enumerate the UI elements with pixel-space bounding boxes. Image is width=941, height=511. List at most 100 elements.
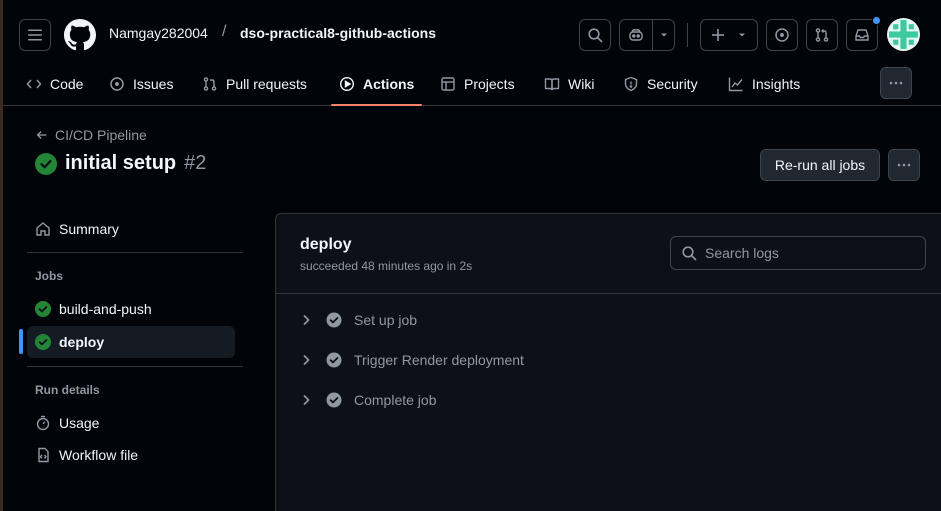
global-header: Namgay282004 / dso-practical8-github-act… — [3, 0, 941, 106]
copilot-icon — [629, 29, 643, 41]
code-icon — [26, 79, 42, 89]
divider — [687, 23, 688, 47]
tab-security[interactable]: Security — [623, 62, 698, 106]
copilot-dropdown-button[interactable] — [653, 20, 675, 50]
step-label: Trigger Render deployment — [354, 352, 524, 368]
chevron-right-icon — [303, 314, 310, 326]
home-icon — [36, 222, 50, 236]
tab-label: Issues — [133, 76, 174, 92]
check-circle-icon — [35, 152, 57, 175]
sidebar-item-workflow-file[interactable]: Workflow file — [27, 439, 235, 471]
breadcrumb-separator: / — [222, 23, 227, 40]
chevron-right-icon — [303, 394, 310, 406]
step-label: Set up job — [354, 312, 418, 328]
tab-label: Projects — [464, 76, 515, 92]
search-button[interactable] — [579, 19, 611, 51]
tab-label: Actions — [363, 76, 415, 92]
play-icon — [339, 76, 355, 92]
step-row[interactable]: Trigger Render deployment — [298, 345, 918, 375]
breadcrumb-owner[interactable]: Namgay282004 — [109, 25, 208, 41]
sidebar-item-build-and-push[interactable]: build-and-push — [27, 293, 235, 325]
plus-icon — [712, 29, 724, 41]
tab-code[interactable]: Code — [26, 62, 83, 106]
stopwatch-icon — [36, 415, 50, 431]
tab-wiki[interactable]: Wiki — [544, 62, 594, 106]
tab-actions[interactable]: Actions — [330, 62, 423, 106]
run-options-button[interactable] — [888, 149, 920, 181]
run-title-text: initial setup — [65, 152, 177, 174]
tab-label: Security — [647, 76, 698, 92]
job-log-header: deploy succeeded 48 minutes ago in 2s — [276, 214, 941, 294]
shield-icon — [624, 76, 638, 92]
arrow-left-icon — [36, 131, 47, 139]
issue-icon — [110, 77, 124, 91]
job-log-panel: deploy succeeded 48 minutes ago in 2s Se… — [275, 213, 941, 511]
search-logs[interactable] — [670, 236, 926, 270]
step-row[interactable]: Set up job — [298, 305, 918, 335]
sidebar-item-summary[interactable]: Summary — [27, 213, 235, 245]
github-logo[interactable] — [64, 19, 96, 51]
run-number: #2 — [184, 152, 207, 174]
step-row[interactable]: Complete job — [298, 385, 918, 415]
sidebar-item-label: build-and-push — [59, 301, 152, 317]
breadcrumb-repo[interactable]: dso-practical8-github-actions — [240, 25, 436, 41]
back-to-workflow-link[interactable]: CI/CD Pipeline — [35, 127, 147, 143]
menu-button[interactable] — [19, 19, 51, 51]
tab-label: Code — [50, 76, 84, 92]
check-circle-icon — [326, 392, 342, 408]
jobs-heading: Jobs — [35, 269, 64, 283]
tab-projects[interactable]: Projects — [440, 62, 515, 106]
inbox-icon — [855, 29, 869, 41]
selected-indicator — [19, 329, 23, 354]
menu-icon — [28, 29, 42, 41]
sidebar-item-label: Workflow file — [59, 447, 139, 463]
chevron-down-icon — [661, 33, 667, 37]
book-icon — [544, 78, 560, 91]
check-circle-icon — [35, 334, 51, 350]
sidebar-item-label: Usage — [59, 415, 100, 431]
issues-button[interactable] — [766, 19, 798, 51]
graph-icon — [728, 77, 743, 92]
sidebar-divider — [27, 366, 243, 367]
search-icon — [588, 28, 603, 43]
tab-issues[interactable]: Issues — [109, 62, 173, 106]
run-details-heading: Run details — [35, 383, 100, 397]
check-circle-icon — [35, 301, 51, 317]
job-status: succeeded 48 minutes ago in 2s — [300, 259, 473, 273]
sidebar-item-label: Summary — [59, 221, 119, 237]
create-new-button[interactable] — [700, 19, 758, 51]
check-circle-icon — [326, 352, 342, 368]
avatar[interactable] — [887, 18, 920, 51]
check-circle-icon — [326, 312, 342, 328]
search-logs-input[interactable] — [705, 245, 915, 261]
back-link-label: CI/CD Pipeline — [55, 127, 147, 143]
table-icon — [441, 77, 455, 91]
job-name: deploy — [300, 236, 352, 253]
copilot-button-group — [619, 19, 675, 51]
sidebar-item-usage[interactable]: Usage — [27, 407, 235, 439]
tab-label: Wiki — [568, 76, 595, 92]
kebab-horizontal-icon — [889, 81, 903, 85]
issues-icon — [775, 28, 789, 42]
pull-request-icon — [815, 28, 829, 42]
sidebar-divider — [27, 252, 243, 253]
step-label: Complete job — [354, 392, 437, 408]
sidebar-item-deploy[interactable]: deploy — [27, 326, 235, 358]
run-title: initial setup #2 — [35, 152, 206, 175]
sidebar-item-label: deploy — [59, 334, 105, 350]
copilot-button[interactable] — [620, 20, 652, 50]
chevron-right-icon — [303, 354, 310, 366]
tab-label: Insights — [752, 76, 801, 92]
tab-label: Pull requests — [226, 76, 307, 92]
notification-indicator — [872, 16, 881, 25]
rerun-all-jobs-button[interactable]: Re-run all jobs — [760, 149, 880, 181]
repo-nav: Code Issues Pull requests Actions Projec… — [3, 62, 883, 106]
tab-insights[interactable]: Insights — [728, 62, 800, 106]
chevron-down-icon — [739, 33, 745, 37]
tab-pull-requests[interactable]: Pull requests — [202, 62, 307, 106]
kebab-horizontal-icon — [897, 163, 911, 167]
file-code-icon — [38, 447, 49, 463]
pull-requests-button[interactable] — [806, 19, 838, 51]
more-nav-button[interactable] — [880, 67, 912, 99]
search-icon — [682, 246, 697, 261]
